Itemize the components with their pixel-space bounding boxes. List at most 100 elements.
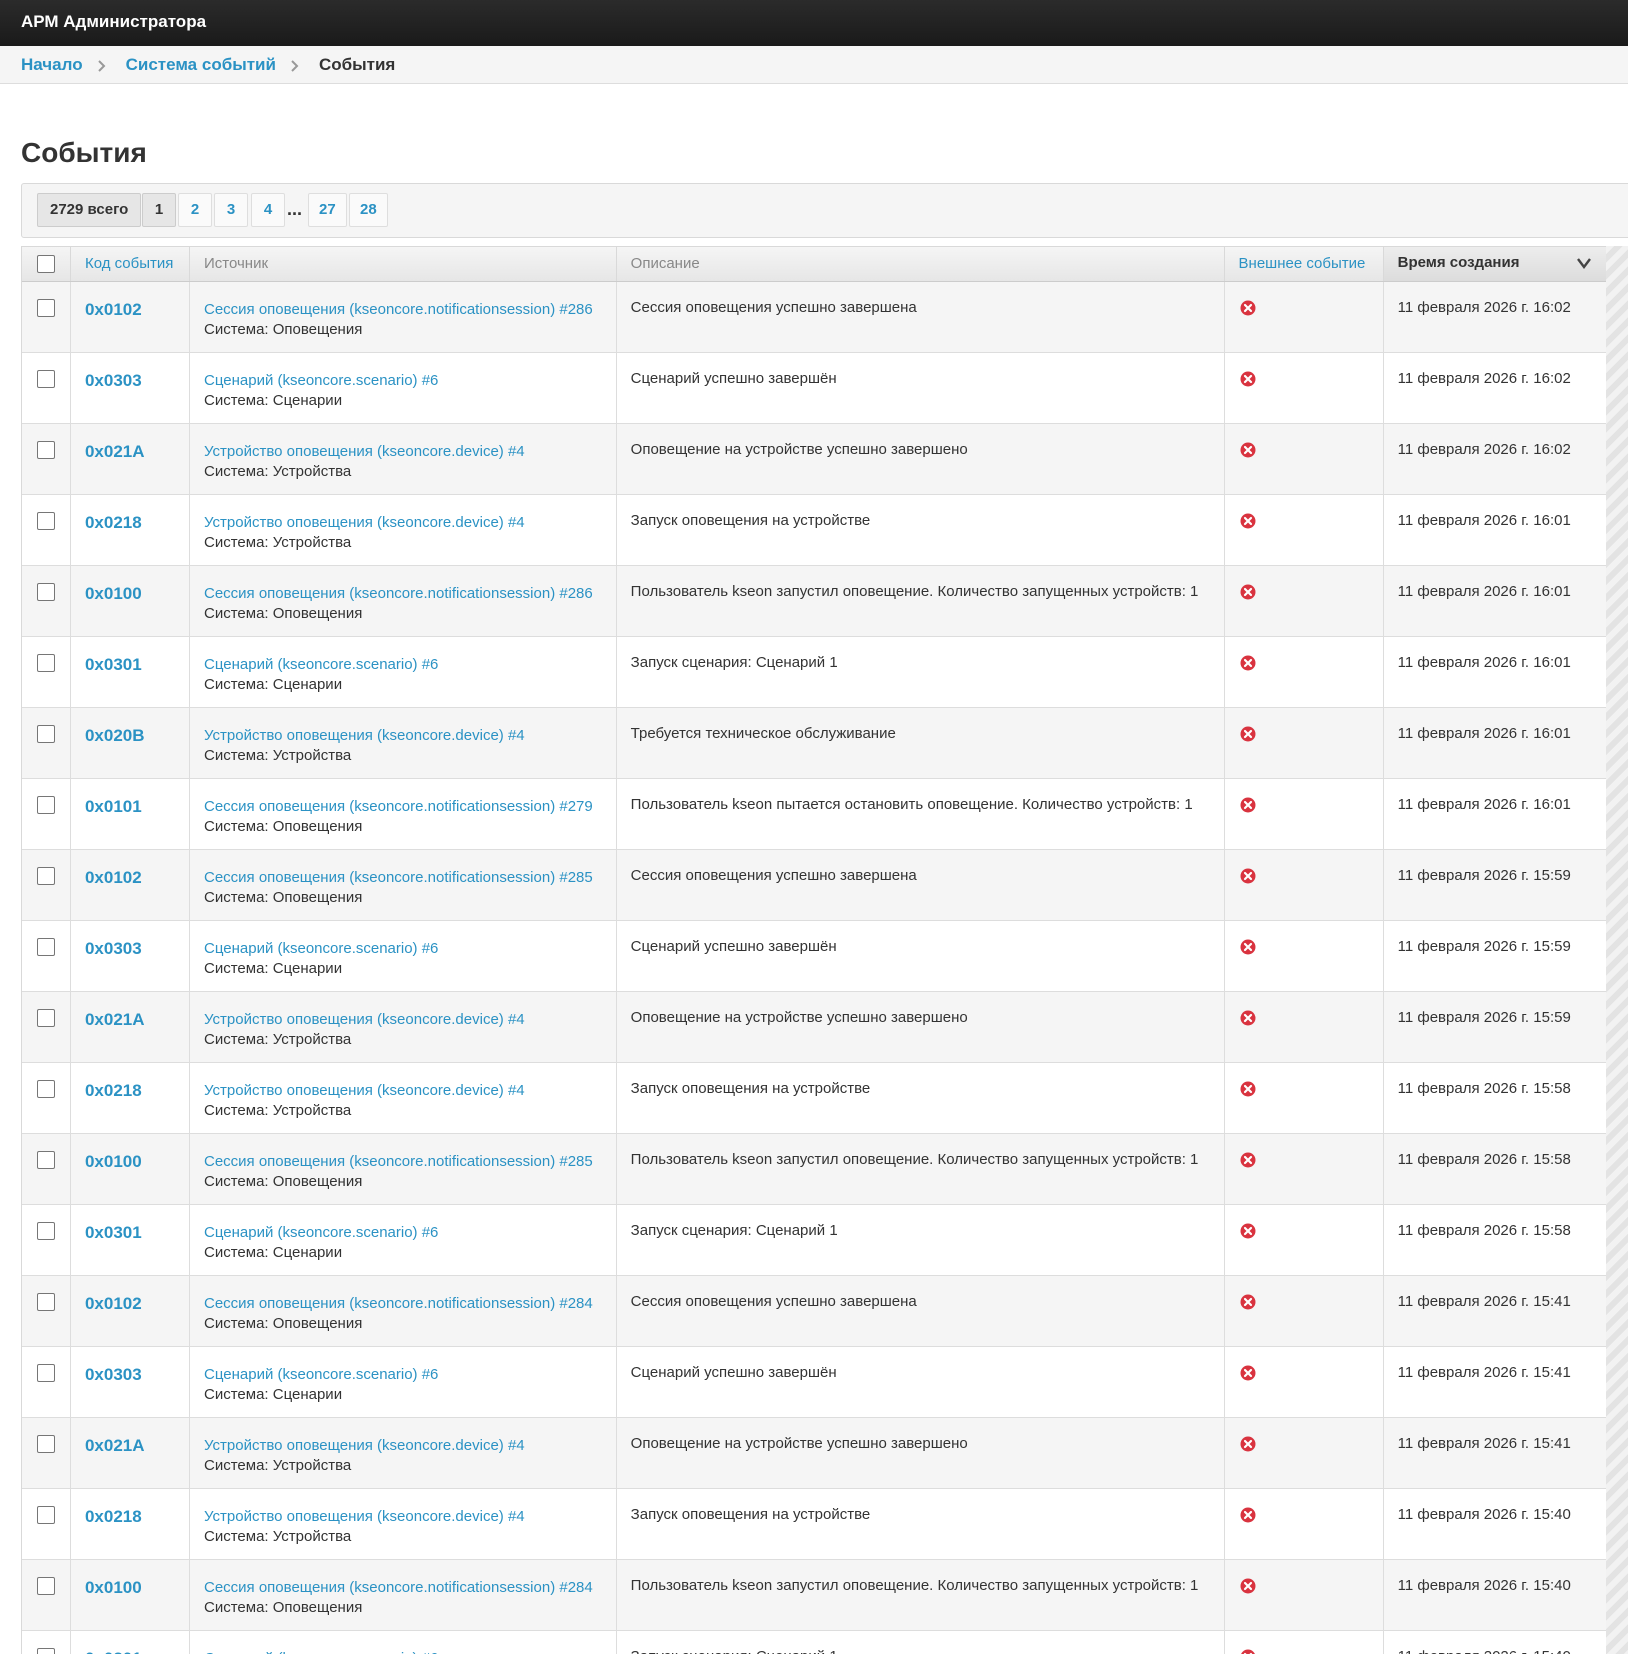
event-code-link[interactable]: 0x0301 (85, 1223, 142, 1243)
source-link[interactable]: Устройство оповещения (kseoncore.device)… (204, 1436, 602, 1456)
event-code-link[interactable]: 0x0303 (85, 939, 142, 959)
source-link[interactable]: Сценарий (kseoncore.scenario) #6 (204, 1223, 602, 1243)
source-link[interactable]: Сессия оповещения (kseoncore.notificatio… (204, 797, 602, 817)
table-row[interactable]: 0x0218 Устройство оповещения (kseoncore.d… (22, 1062, 1606, 1134)
event-code-link[interactable]: 0x0218 (85, 1507, 142, 1527)
event-code-link[interactable]: 0x0303 (85, 1365, 142, 1385)
source-link[interactable]: Сессия оповещения (kseoncore.notificatio… (204, 584, 602, 604)
source-link[interactable]: Устройство оповещения (kseoncore.device)… (204, 442, 602, 462)
column-header-created[interactable]: Время создания (1383, 247, 1606, 282)
event-code-link[interactable]: 0x021A (85, 442, 145, 462)
row-checkbox[interactable] (36, 440, 55, 459)
chevron-down-icon[interactable] (1576, 256, 1592, 274)
row-checkbox[interactable] (36, 1008, 55, 1027)
row-checkbox[interactable] (36, 653, 55, 672)
row-checkbox[interactable] (36, 1221, 55, 1240)
event-code-link[interactable]: 0x0102 (85, 300, 142, 320)
table-row[interactable]: 0x0100 Сессия оповещения (kseoncore.notif… (22, 1559, 1606, 1631)
event-code-link[interactable]: 0x021A (85, 1436, 145, 1456)
column-header-created-label[interactable]: Время создания (1398, 254, 1520, 271)
table-row[interactable]: 0x021A Устройство оповещения (kseoncore.d… (22, 991, 1606, 1063)
source-link[interactable]: Сценарий (kseoncore.scenario) #6 (204, 939, 602, 959)
page-3-button[interactable]: 3 (214, 193, 248, 227)
row-checkbox[interactable] (36, 1505, 55, 1524)
event-code-link[interactable]: 0x0100 (85, 1578, 142, 1598)
breadcrumb-event-system[interactable]: Система событий (126, 55, 276, 75)
source-link[interactable]: Сессия оповещения (kseoncore.notificatio… (204, 1294, 602, 1314)
table-row[interactable]: 0x0303 Сценарий (kseoncore.scenario) #6 Си… (22, 1346, 1606, 1418)
event-code-link[interactable]: 0x0301 (85, 1649, 142, 1654)
table-row[interactable]: 0x0102 Сессия оповещения (kseoncore.notif… (22, 1275, 1606, 1347)
source-link[interactable]: Устройство оповещения (kseoncore.device)… (204, 726, 602, 746)
column-header-external[interactable]: Внешнее событие (1224, 247, 1384, 282)
event-code-link[interactable]: 0x0218 (85, 513, 142, 533)
event-code-link[interactable]: 0x0101 (85, 797, 142, 817)
table-row[interactable]: 0x021A Устройство оповещения (kseoncore.d… (22, 423, 1606, 495)
description-cell: Сессия оповещения успешно завершена (616, 849, 1225, 921)
description-cell: Оповещение на устройстве успешно заверше… (616, 1417, 1225, 1489)
row-checkbox[interactable] (36, 511, 55, 530)
app-title[interactable]: АРМ Администратора (21, 12, 206, 32)
event-code-link[interactable]: 0x0102 (85, 1294, 142, 1314)
page-27-button[interactable]: 27 (308, 193, 347, 227)
table-row[interactable]: 0x0218 Устройство оповещения (kseoncore.d… (22, 494, 1606, 566)
source-link[interactable]: Сессия оповещения (kseoncore.notificatio… (204, 300, 602, 320)
breadcrumb-home[interactable]: Начало (21, 55, 83, 75)
page-28-button[interactable]: 28 (349, 193, 388, 227)
table-row[interactable]: 0x0100 Сессия оповещения (kseoncore.notif… (22, 1133, 1606, 1205)
table-row[interactable]: 0x0102 Сессия оповещения (kseoncore.notif… (22, 281, 1606, 353)
source-link[interactable]: Устройство оповещения (kseoncore.device)… (204, 1010, 602, 1030)
row-checkbox[interactable] (36, 1576, 55, 1595)
source-link[interactable]: Сценарий (kseoncore.scenario) #6 (204, 1365, 602, 1385)
source-link[interactable]: Сессия оповещения (kseoncore.notificatio… (204, 868, 602, 888)
event-code-link[interactable]: 0x0102 (85, 868, 142, 888)
row-checkbox[interactable] (36, 1079, 55, 1098)
row-checkbox[interactable] (36, 369, 55, 388)
source-link[interactable]: Устройство оповещения (kseoncore.device)… (204, 513, 602, 533)
page-1-button[interactable]: 1 (142, 193, 176, 227)
created-time-cell: 11 февраля 2026 г. 15:58 (1383, 1133, 1606, 1205)
page-4-button[interactable]: 4 (251, 193, 285, 227)
row-checkbox[interactable] (36, 582, 55, 601)
column-header-code[interactable]: Код события (70, 247, 191, 282)
source-link[interactable]: Сессия оповещения (kseoncore.notificatio… (204, 1152, 602, 1172)
row-checkbox[interactable] (36, 1647, 55, 1654)
row-checkbox[interactable] (36, 724, 55, 743)
row-checkbox[interactable] (36, 298, 55, 317)
source-link[interactable]: Сессия оповещения (kseoncore.notificatio… (204, 1578, 602, 1598)
source-system: Система: Устройства (204, 746, 352, 764)
table-row[interactable]: 0x0100 Сессия оповещения (kseoncore.notif… (22, 565, 1606, 637)
table-row[interactable]: 0x021A Устройство оповещения (kseoncore.d… (22, 1417, 1606, 1489)
table-row[interactable]: 0x0303 Сценарий (kseoncore.scenario) #6 Си… (22, 920, 1606, 992)
source-link[interactable]: Устройство оповещения (kseoncore.device)… (204, 1507, 602, 1527)
table-row[interactable]: 0x0101 Сессия оповещения (kseoncore.notif… (22, 778, 1606, 850)
event-code-link[interactable]: 0x0303 (85, 371, 142, 391)
event-code-link[interactable]: 0x0218 (85, 1081, 142, 1101)
row-checkbox[interactable] (36, 1150, 55, 1169)
table-row[interactable]: 0x020B Устройство оповещения (kseoncore.d… (22, 707, 1606, 779)
event-code-link[interactable]: 0x0100 (85, 584, 142, 604)
table-row[interactable]: 0x0218 Устройство оповещения (kseoncore.d… (22, 1488, 1606, 1560)
row-checkbox[interactable] (36, 937, 55, 956)
table-row[interactable]: 0x0303 Сценарий (kseoncore.scenario) #6 Си… (22, 352, 1606, 424)
source-link[interactable]: Устройство оповещения (kseoncore.device)… (204, 1081, 602, 1101)
row-checkbox[interactable] (36, 1434, 55, 1453)
page-2-button[interactable]: 2 (178, 193, 212, 227)
row-checkbox[interactable] (36, 1363, 55, 1382)
table-row[interactable]: 0x0301 Сценарий (kseoncore.scenario) #6Си… (22, 1204, 1606, 1276)
source-link[interactable]: Сценарий (kseoncore.scenario) #6 (204, 655, 602, 675)
select-all-checkbox[interactable] (36, 254, 55, 273)
source-link[interactable]: Сценарий (kseoncore.scenario) #6 (204, 371, 602, 391)
table-row[interactable]: 0x0301 Сценарий (kseoncore.scenario) #6Си… (22, 1630, 1606, 1654)
row-checkbox[interactable] (36, 1292, 55, 1311)
row-checkbox[interactable] (36, 795, 55, 814)
event-code-link[interactable]: 0x0100 (85, 1152, 142, 1172)
event-code-link[interactable]: 0x021A (85, 1010, 145, 1030)
event-code-link[interactable]: 0x020B (85, 726, 145, 746)
source-link[interactable]: Сценарий (kseoncore.scenario) #6 (204, 1649, 602, 1654)
event-code-link[interactable]: 0x0301 (85, 655, 142, 675)
table-row[interactable]: 0x0301 Сценарий (kseoncore.scenario) #6Си… (22, 636, 1606, 708)
scrollbar-track[interactable] (1606, 246, 1628, 1654)
row-checkbox[interactable] (36, 866, 55, 885)
table-row[interactable]: 0x0102 Сессия оповещения (kseoncore.notif… (22, 849, 1606, 921)
